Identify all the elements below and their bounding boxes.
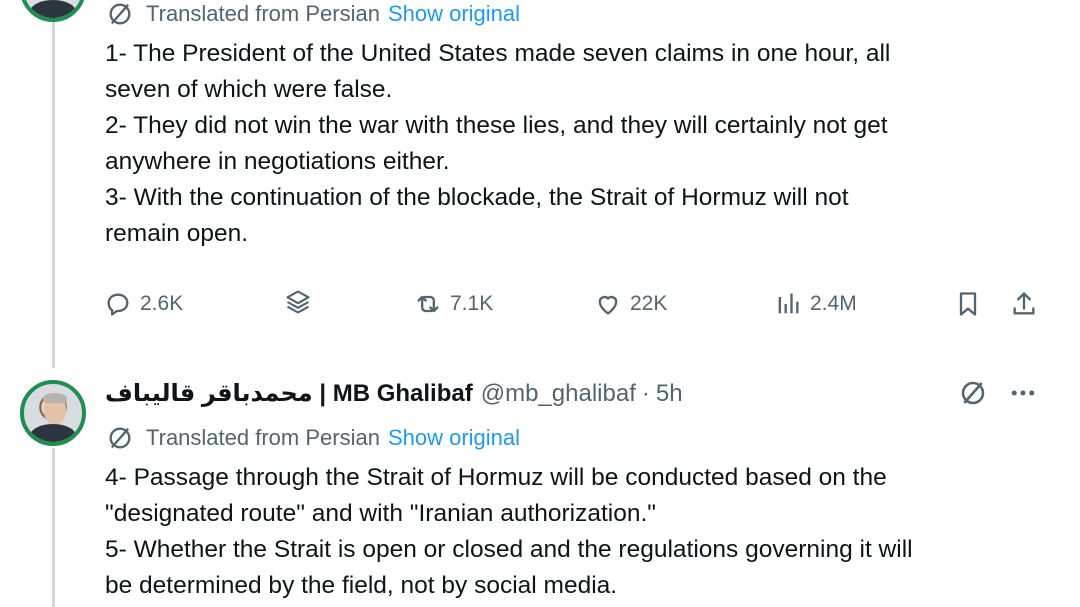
translate-icon [109,3,131,25]
reply-icon [107,293,129,316]
tweet-header: محمدباقر قالیباف | MB Ghalibaf @mb_ghali… [105,379,683,408]
translation-notice: Translated from Persian Show original [106,424,520,452]
views-button[interactable]: 2.4M [774,290,857,318]
heart-icon [598,295,618,315]
tweet-line: 5- Whether the Strait is open or closed … [105,536,913,563]
tweet-line: 1- The President of the United States ma… [105,40,891,67]
like-count: 22K [630,292,668,315]
like-button[interactable]: 22K [594,290,667,318]
reply-button[interactable]: 2.6K [104,290,183,318]
views-count: 2.4M [810,292,857,315]
tweet-line: remain open. [105,220,249,247]
grok-icon [286,290,310,314]
tweet-line: anywhere in negotiations either. [105,148,450,175]
show-original-link[interactable]: Show original [388,1,520,27]
bookmark-icon [959,292,977,316]
tweet-text: 1- The President of the United States ma… [105,36,1055,252]
bookmark-button[interactable] [954,290,982,318]
tweet-line: 2- They did not win the war with these l… [105,112,888,139]
tweet-line: "designated route" and with "Iranian aut… [105,500,656,527]
tweet-line: seven of which were false. [105,76,393,103]
thread-connector [52,448,55,607]
display-name[interactable]: محمدباقر قالیباف | MB Ghalibaf [105,379,473,408]
more-icon[interactable] [1008,378,1038,408]
user-handle[interactable]: @mb_ghalibaf [481,380,636,408]
tweet-text: 4- Passage through the Strait of Hormuz … [105,460,1055,604]
avatar[interactable] [20,0,86,22]
show-original-link[interactable]: Show original [388,425,520,451]
reply-count: 2.6K [140,292,184,315]
translation-label: Translated from Persian [146,1,380,26]
tweet-header-actions [958,378,1038,408]
repost-count: 7.1K [450,292,494,315]
repost-button[interactable]: 7.1K [414,290,493,318]
views-icon [778,293,799,314]
translate-icon [109,427,131,449]
tweet-actions: 2.6K 7.1K 22K 2.4M [104,286,1044,326]
grok-translate-icon[interactable] [958,378,988,408]
tweet-line: be determined by the field, not by socia… [105,572,618,599]
thread: Translated from Persian Show original 1-… [0,0,1080,607]
share-icon [1013,292,1035,315]
thread-connector [52,20,55,368]
avatar[interactable] [20,380,86,446]
translation-notice: Translated from Persian Show original [106,0,520,28]
grok-button[interactable] [284,288,312,316]
separator: · [641,379,650,407]
repost-icon [417,295,439,313]
share-button[interactable] [1010,290,1038,318]
tweet-line: 4- Passage through the Strait of Hormuz … [105,464,887,491]
tweet-line: 3- With the continuation of the blockade… [105,184,849,211]
timestamp[interactable]: 5h [656,380,683,408]
translation-label: Translated from Persian [146,425,380,450]
